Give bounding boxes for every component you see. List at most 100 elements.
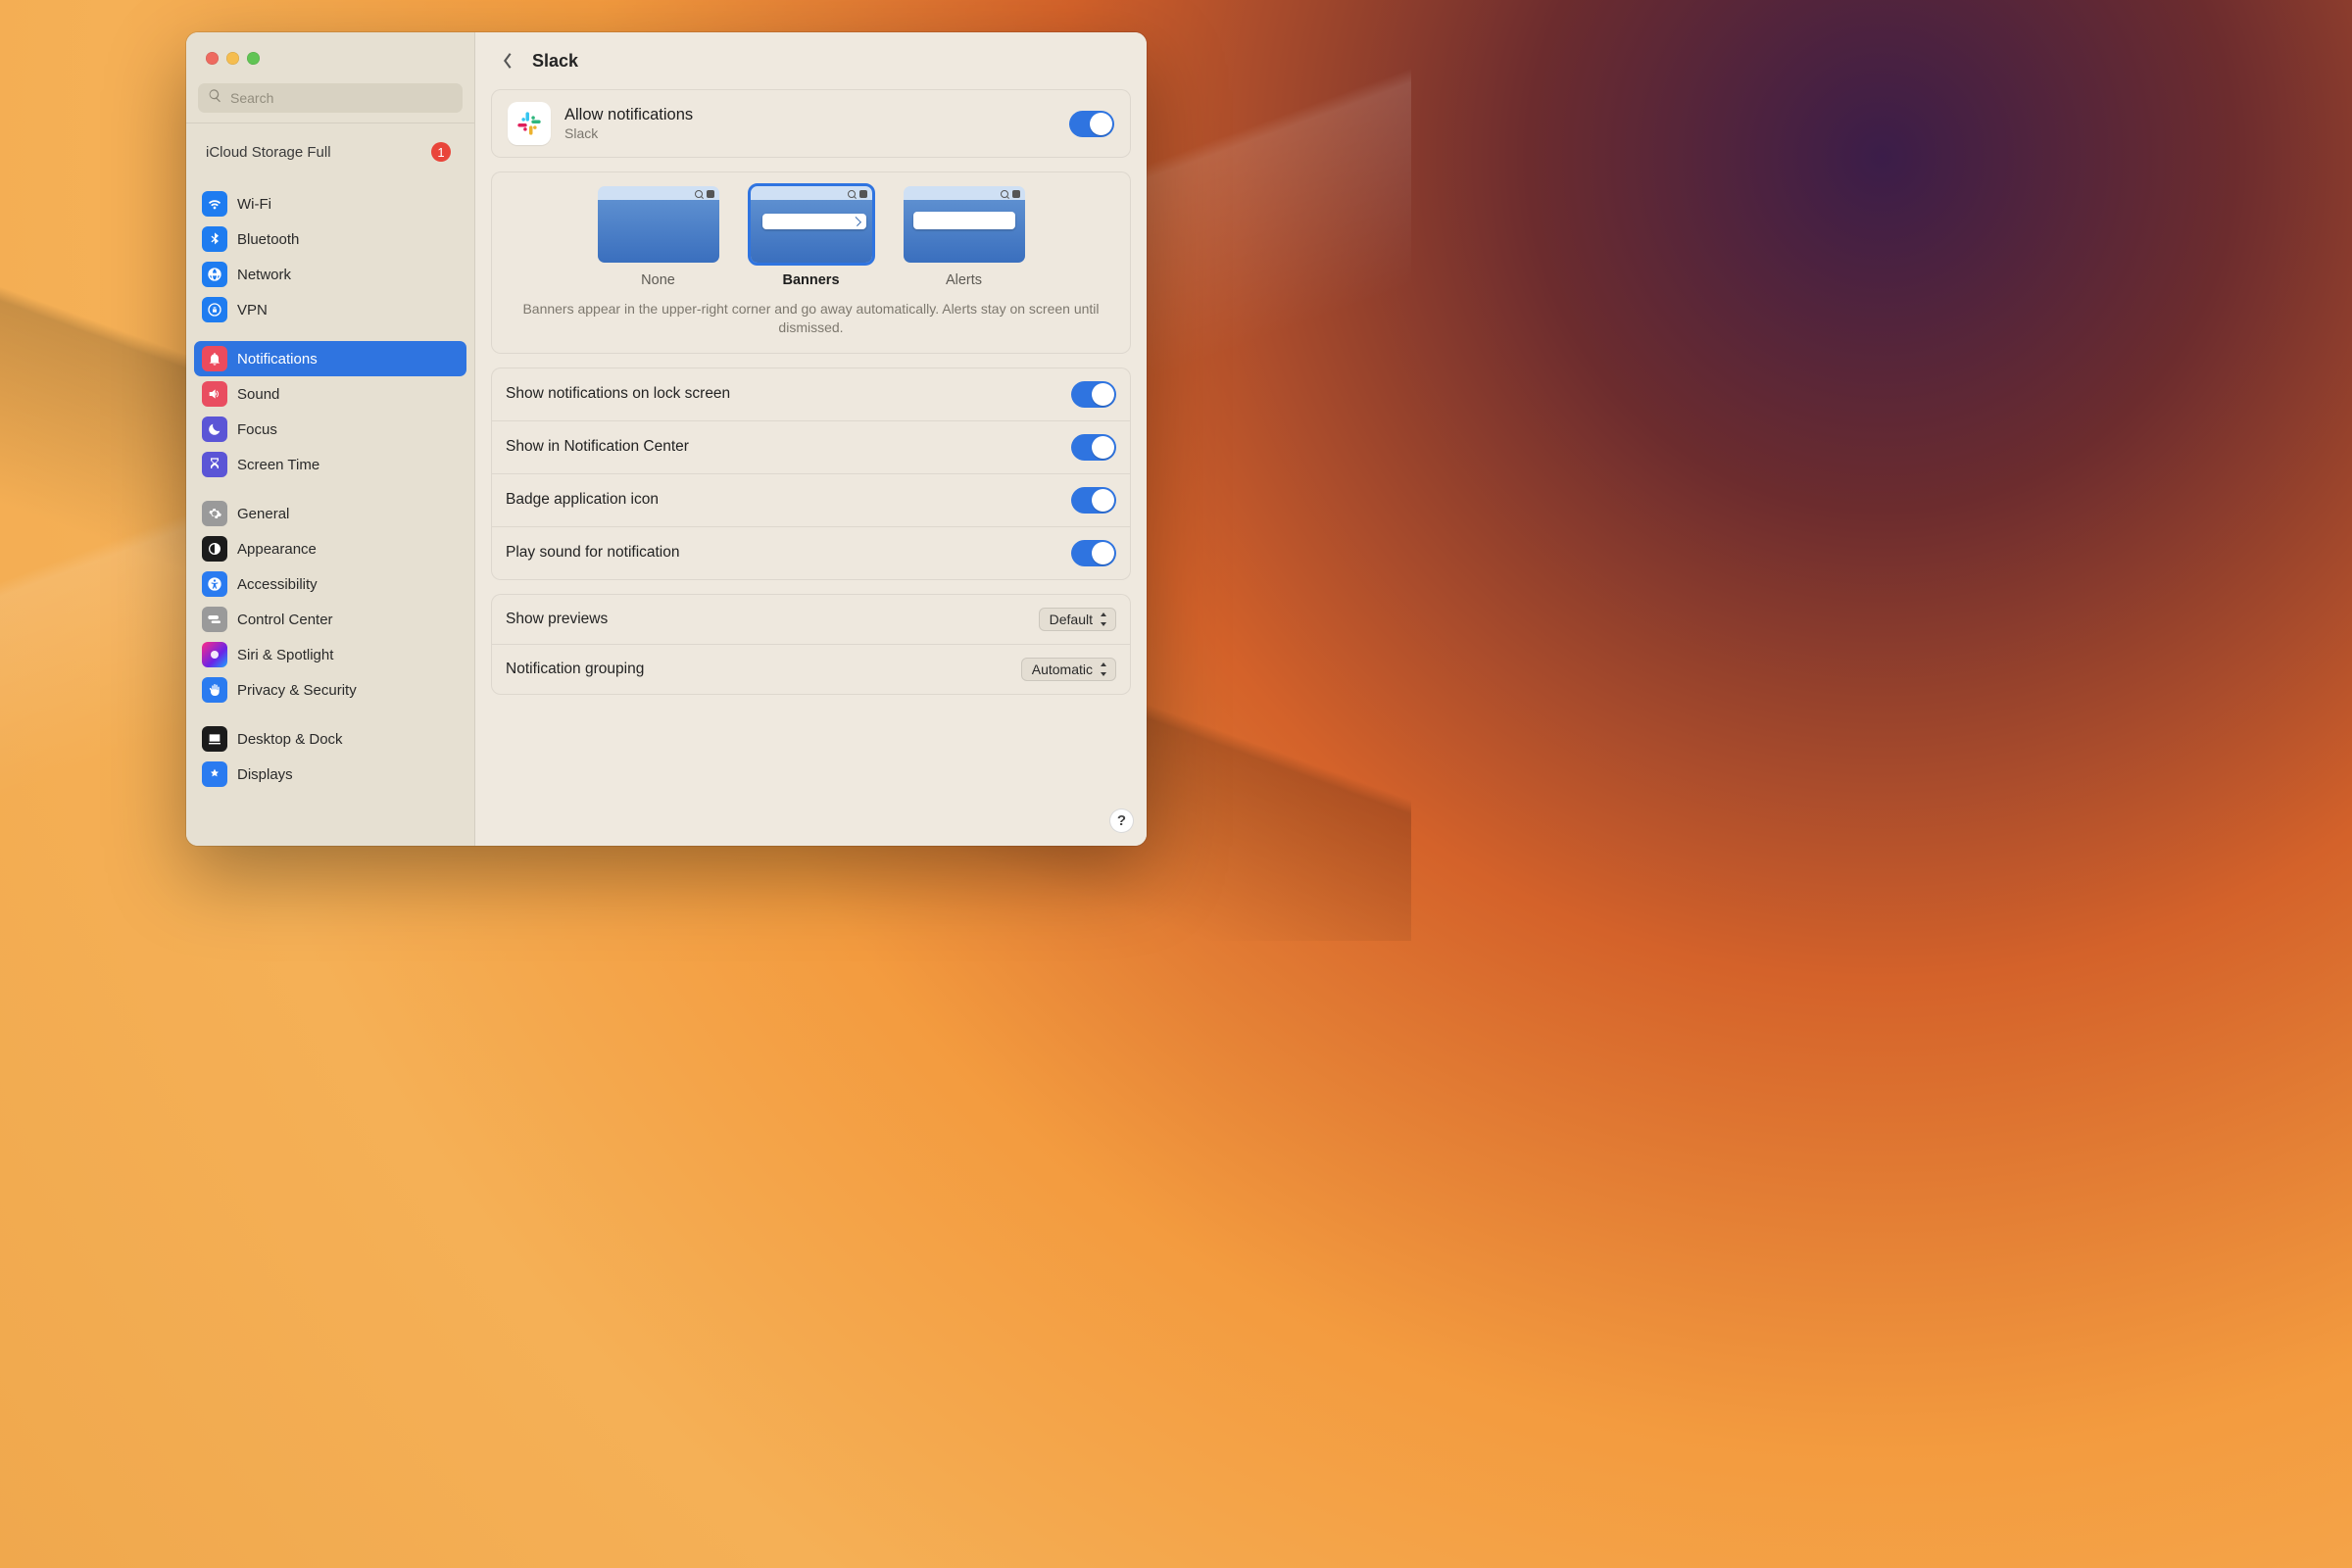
page-title: Slack <box>532 51 578 72</box>
setting-label: Show notifications on lock screen <box>506 385 730 403</box>
zoom-button[interactable] <box>247 52 260 65</box>
setting-notification-center: Show in Notification Center <box>492 420 1130 473</box>
search-input[interactable] <box>230 90 453 106</box>
alert-style-none-label: None <box>641 272 675 288</box>
sidebar-item-label: Siri & Spotlight <box>237 647 333 663</box>
sidebar-item-appearance[interactable]: Appearance <box>194 531 466 566</box>
chevron-up-down-icon <box>1099 612 1109 627</box>
alert-style-alerts-label: Alerts <box>946 272 982 288</box>
sidebar-item-wifi[interactable]: Wi-Fi <box>194 186 466 221</box>
minimize-button[interactable] <box>226 52 239 65</box>
search-field[interactable] <box>198 83 463 113</box>
back-button[interactable] <box>497 50 518 72</box>
gear-icon <box>202 501 227 526</box>
allow-notifications-toggle[interactable] <box>1069 111 1114 137</box>
setting-label: Show previews <box>506 611 608 628</box>
sidebar-item-label: Network <box>237 267 291 283</box>
vpn-icon <box>202 297 227 322</box>
notification-center-toggle[interactable] <box>1071 434 1116 461</box>
sidebar-item-screen-time[interactable]: Screen Time <box>194 447 466 482</box>
accessibility-icon <box>202 571 227 597</box>
sidebar-item-general[interactable]: General <box>194 496 466 531</box>
preview-grouping-card: Show previews Default Notification group… <box>491 594 1131 695</box>
help-icon: ? <box>1117 812 1126 829</box>
lock-screen-toggle[interactable] <box>1071 381 1116 408</box>
slack-app-icon <box>508 102 551 145</box>
sidebar: iCloud Storage Full 1 Wi-Fi Bluetooth <box>186 32 475 846</box>
sidebar-item-vpn[interactable]: VPN <box>194 292 466 327</box>
alert-style-card: None Banners Alerts <box>491 172 1131 354</box>
chevron-up-down-icon <box>1099 662 1109 677</box>
alert-style-banners[interactable]: Banners <box>751 186 872 288</box>
globe-icon <box>202 262 227 287</box>
moon-icon <box>202 416 227 442</box>
sidebar-item-label: Screen Time <box>237 457 319 473</box>
settings-window: iCloud Storage Full 1 Wi-Fi Bluetooth <box>186 32 1147 846</box>
sidebar-item-privacy-security[interactable]: Privacy & Security <box>194 672 466 708</box>
sidebar-item-label: Control Center <box>237 612 333 628</box>
sidebar-item-label: Notifications <box>237 351 318 368</box>
sidebar-item-control-center[interactable]: Control Center <box>194 602 466 637</box>
select-value: Default <box>1050 612 1093 627</box>
notification-settings-card: Show notifications on lock screen Show i… <box>491 368 1131 580</box>
sidebar-item-label: Appearance <box>237 541 317 558</box>
help-button[interactable]: ? <box>1109 808 1134 833</box>
search-icon <box>208 88 222 108</box>
setting-label: Notification grouping <box>506 661 644 678</box>
main-panel: Slack <box>475 32 1147 846</box>
bluetooth-icon <box>202 226 227 252</box>
setting-label: Show in Notification Center <box>506 438 689 456</box>
sidebar-item-icloud-storage[interactable]: iCloud Storage Full 1 <box>194 131 466 172</box>
badge: 1 <box>431 142 451 162</box>
appearance-icon <box>202 536 227 562</box>
displays-icon <box>202 761 227 787</box>
alert-style-none[interactable]: None <box>598 186 719 288</box>
close-button[interactable] <box>206 52 219 65</box>
setting-lock-screen: Show notifications on lock screen <box>492 368 1130 420</box>
sidebar-item-focus[interactable]: Focus <box>194 412 466 447</box>
setting-play-sound: Play sound for notification <box>492 526 1130 579</box>
badge-icon-toggle[interactable] <box>1071 487 1116 514</box>
sidebar-item-notifications[interactable]: Notifications <box>194 341 466 376</box>
sidebar-item-label: VPN <box>237 302 268 318</box>
wifi-icon <box>202 191 227 217</box>
setting-label: Badge application icon <box>506 491 659 509</box>
sidebar-item-label: Displays <box>237 766 293 783</box>
alert-style-banners-label: Banners <box>782 272 839 288</box>
allow-notifications-card: Allow notifications Slack <box>491 89 1131 158</box>
sidebar-item-label: Desktop & Dock <box>237 731 343 748</box>
notification-grouping-select[interactable]: Automatic <box>1021 658 1116 681</box>
sidebar-item-siri-spotlight[interactable]: Siri & Spotlight <box>194 637 466 672</box>
siri-icon <box>202 642 227 667</box>
hand-icon <box>202 677 227 703</box>
play-sound-toggle[interactable] <box>1071 540 1116 566</box>
main-header: Slack <box>475 32 1147 89</box>
sidebar-item-label: Bluetooth <box>237 231 299 248</box>
sidebar-item-label: General <box>237 506 289 522</box>
sidebar-item-label: Privacy & Security <box>237 682 357 699</box>
select-value: Automatic <box>1032 662 1093 677</box>
sidebar-item-desktop-dock[interactable]: Desktop & Dock <box>194 721 466 757</box>
setting-show-previews: Show previews Default <box>492 595 1130 644</box>
alert-style-alerts[interactable]: Alerts <box>904 186 1025 288</box>
sidebar-list: iCloud Storage Full 1 Wi-Fi Bluetooth <box>186 123 474 846</box>
sidebar-item-label: Sound <box>237 386 279 403</box>
icloud-storage-label: iCloud Storage Full <box>206 144 331 161</box>
allow-notifications-title: Allow notifications <box>564 106 693 124</box>
sidebar-item-displays[interactable]: Displays <box>194 757 466 792</box>
sidebar-item-accessibility[interactable]: Accessibility <box>194 566 466 602</box>
show-previews-select[interactable]: Default <box>1039 608 1116 631</box>
sidebar-item-bluetooth[interactable]: Bluetooth <box>194 221 466 257</box>
bell-icon <box>202 346 227 371</box>
window-titlebar <box>186 32 474 83</box>
setting-notification-grouping: Notification grouping Automatic <box>492 644 1130 694</box>
setting-badge-icon: Badge application icon <box>492 473 1130 526</box>
sidebar-item-network[interactable]: Network <box>194 257 466 292</box>
sidebar-item-label: Accessibility <box>237 576 318 593</box>
alert-style-description: Banners appear in the upper-right corner… <box>492 294 1130 353</box>
setting-label: Play sound for notification <box>506 544 680 562</box>
sidebar-item-label: Focus <box>237 421 277 438</box>
sidebar-item-sound[interactable]: Sound <box>194 376 466 412</box>
speaker-icon <box>202 381 227 407</box>
dock-icon <box>202 726 227 752</box>
